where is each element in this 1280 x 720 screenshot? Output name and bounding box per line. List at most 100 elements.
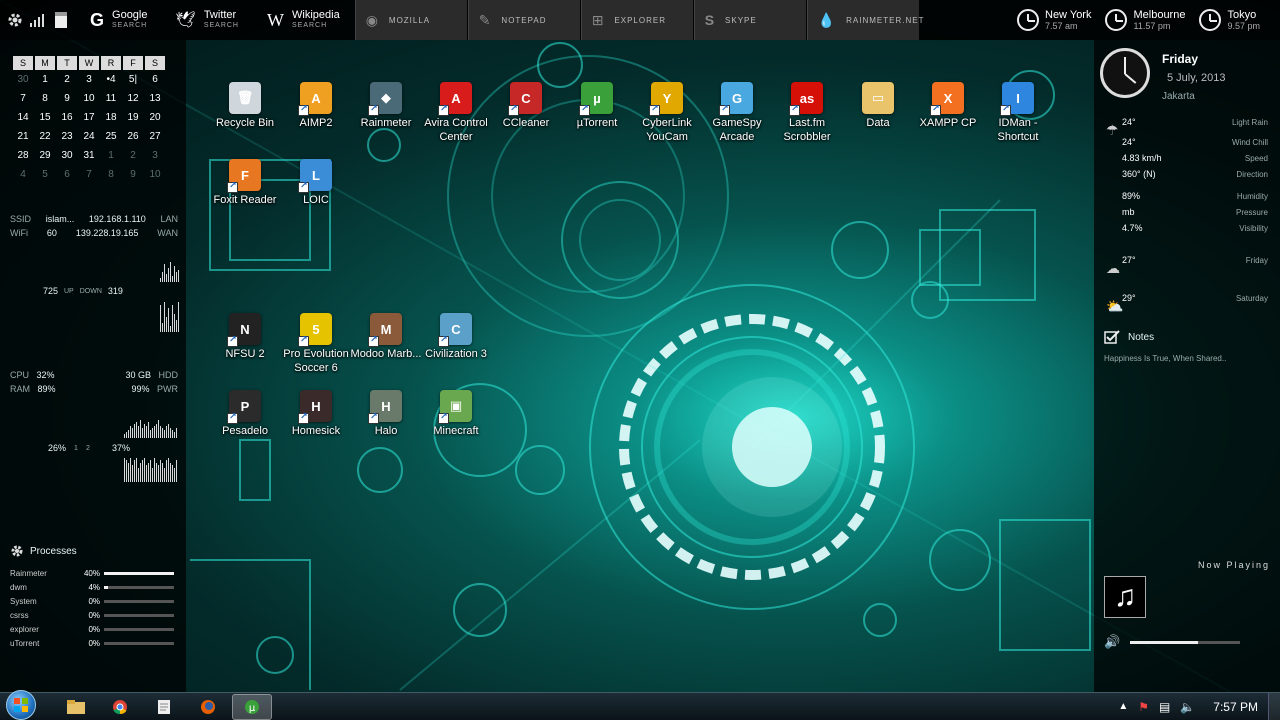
launcher-notepad[interactable]: ✎ NOTEPAD bbox=[467, 0, 580, 40]
search-title: Twitter bbox=[203, 9, 237, 21]
firefox-icon bbox=[201, 699, 215, 714]
weather-value: 360° (N) bbox=[1122, 169, 1156, 179]
launcher-rainmeter[interactable]: 💧 RAINMETER.NET bbox=[806, 0, 923, 40]
taskbar-chrome[interactable] bbox=[100, 694, 140, 720]
desktop-icon[interactable]: NNFSU 2 bbox=[209, 313, 281, 361]
desktop-icon[interactable]: HHalo bbox=[350, 390, 422, 438]
taskbar-notepad[interactable] bbox=[144, 694, 184, 720]
homesick-icon: H bbox=[298, 390, 332, 424]
desktop-icon[interactable]: LLOIC bbox=[280, 159, 352, 207]
desktop-icon[interactable]: GGameSpy Arcade bbox=[701, 82, 773, 144]
wikipedia-search[interactable]: W Wikipedia SEARCH bbox=[253, 0, 354, 40]
music-note-icon[interactable]: ♫ bbox=[1104, 576, 1146, 618]
ssid-value: islam... bbox=[45, 214, 75, 224]
google-search[interactable]: G Google SEARCH bbox=[76, 0, 162, 40]
weather-value: 27° bbox=[1122, 255, 1136, 265]
clock-icon bbox=[1199, 9, 1222, 31]
calendar-day: 9 bbox=[64, 93, 70, 104]
desktop-icon[interactable]: MModoo Marb... bbox=[350, 313, 422, 361]
ccleaner-icon: C bbox=[508, 82, 542, 116]
network-icon[interactable]: ▤ bbox=[1159, 700, 1170, 714]
weather-label: Speed bbox=[1244, 153, 1268, 163]
calendar-day: 3 bbox=[152, 150, 158, 161]
desktop-icon[interactable]: ▭ Data bbox=[842, 82, 914, 130]
raindrop-icon: 💧 bbox=[817, 11, 837, 28]
shortcut-arrow-icon bbox=[508, 103, 519, 116]
gear-icon[interactable] bbox=[0, 0, 30, 40]
last-fm-scrobbler-icon: as bbox=[789, 82, 823, 116]
desktop-icon[interactable]: PPesadelo bbox=[209, 390, 281, 438]
calendar-day: 2 bbox=[64, 74, 70, 85]
desktop-icon[interactable]: FFoxit Reader bbox=[209, 159, 281, 207]
taskbar-explorer[interactable] bbox=[56, 694, 96, 720]
windows-logo-icon bbox=[14, 697, 28, 712]
desktop-icon[interactable]: AAvira Control Center bbox=[420, 82, 492, 144]
taskbar-utorrent[interactable]: µ bbox=[232, 693, 272, 720]
notepad-icon: ✎ bbox=[478, 11, 492, 28]
launcher-mozilla[interactable]: ◉ MOZILLA bbox=[354, 0, 467, 40]
core2-value: 37% bbox=[111, 443, 130, 453]
process-value: 0% bbox=[88, 596, 100, 606]
volume-control[interactable]: 🔊 bbox=[1104, 634, 1270, 650]
weather-value: 4.7% bbox=[1122, 223, 1143, 233]
taskbar-clock[interactable]: 7:57 PM bbox=[1213, 700, 1258, 714]
desktop-icon-label: Data bbox=[866, 117, 890, 129]
network-traffic: 725 UP DOWN 319 bbox=[10, 286, 178, 296]
clock-tokyo: Tokyo 9.57 pm bbox=[1199, 9, 1260, 32]
desktop-icon[interactable]: 5Pro Evolution Soccer 6 bbox=[280, 313, 352, 375]
desktop-icon[interactable]: HHomesick bbox=[280, 390, 352, 438]
launcher-explorer[interactable]: ⊞ EXPLORER bbox=[580, 0, 693, 40]
calendar-day: 1 bbox=[108, 150, 114, 161]
right-widget-panel: Friday 5 July, 2013 Jakarta ☂ 24° Light R… bbox=[1094, 40, 1280, 692]
desktop-icon[interactable]: IIDMan - Shortcut bbox=[982, 82, 1054, 144]
desktop-icon-label: IDMan - Shortcut bbox=[997, 117, 1039, 143]
twitter-search[interactable]: 🕊 Twitter SEARCH bbox=[162, 0, 254, 40]
desktop-icon[interactable]: XXAMPP CP bbox=[912, 82, 984, 130]
volume-slider[interactable] bbox=[1130, 640, 1241, 644]
shortcut-arrow-icon bbox=[438, 411, 449, 424]
idman-shortcut-icon: I bbox=[1000, 82, 1034, 116]
cpu-value: 32% bbox=[36, 370, 55, 380]
processes-title: Processes bbox=[30, 545, 77, 557]
desktop-icon-label: Pro Evolution Soccer 6 bbox=[283, 348, 349, 374]
notepad-icon bbox=[158, 699, 170, 714]
core-usage: 26% 1 2 37% bbox=[10, 443, 178, 453]
desktop-icon[interactable]: ▣Minecraft bbox=[420, 390, 492, 438]
volume-icon[interactable]: 🔈 bbox=[1180, 700, 1195, 714]
shortcut-arrow-icon bbox=[298, 103, 309, 116]
start-button[interactable] bbox=[6, 689, 36, 720]
document-icon[interactable] bbox=[46, 0, 76, 40]
notes-widget[interactable]: Notes Happiness Is True, When Shared.. bbox=[1104, 330, 1268, 363]
desktop-icon-label: AIMP2 bbox=[299, 117, 333, 129]
show-desktop-button[interactable] bbox=[1268, 692, 1280, 720]
desktop-icon[interactable]: 🗑 Recycle Bin bbox=[209, 82, 281, 130]
speaker-icon[interactable]: 🔊 bbox=[1104, 634, 1120, 650]
desktop-icon[interactable]: CCCleaner bbox=[490, 82, 562, 130]
calendar-day: 5| bbox=[128, 74, 138, 85]
desktop-icon-label: LOIC bbox=[303, 194, 329, 206]
shortcut-arrow-icon bbox=[649, 103, 660, 116]
desktop-icon-label: Minecraft bbox=[433, 425, 479, 437]
calendar-day: 30 bbox=[17, 74, 29, 85]
desktop-icon[interactable]: ◆Rainmeter bbox=[350, 82, 422, 130]
desktop-icon[interactable]: asLast.fm Scrobbler bbox=[771, 82, 843, 144]
security-icon[interactable]: ⚑ bbox=[1138, 700, 1149, 714]
desktop-icon[interactable]: AAIMP2 bbox=[280, 82, 352, 130]
desktop-icon[interactable]: YCyberLink YouCam bbox=[631, 82, 703, 144]
launcher-label: RAINMETER.NET bbox=[846, 15, 925, 25]
search-sub: SEARCH bbox=[112, 22, 148, 29]
taskbar-firefox[interactable] bbox=[188, 694, 228, 720]
desktop-icon[interactable]: CCivilization 3 bbox=[420, 313, 492, 361]
aimp2-icon: A bbox=[298, 82, 332, 116]
desktop-icon[interactable]: µµTorrent bbox=[561, 82, 633, 130]
calendar-header: SMTWRFS bbox=[12, 56, 176, 70]
network-upload-graph bbox=[160, 262, 180, 282]
launcher-label: SKYPE bbox=[725, 15, 757, 25]
process-bar bbox=[104, 613, 174, 617]
minecraft-icon: ▣ bbox=[438, 390, 472, 424]
tray-expand-icon[interactable]: ▲ bbox=[1118, 701, 1128, 712]
launcher-skype[interactable]: S SKYPE bbox=[693, 0, 806, 40]
cpu-graph bbox=[124, 418, 178, 438]
shortcut-arrow-icon bbox=[368, 103, 379, 116]
left-widget-panel: SMTWRFS 30 1 2 3 •4 5| 6 7 8 9 10 11 12 13 14 15 16 17 18 1… bbox=[0, 40, 186, 692]
